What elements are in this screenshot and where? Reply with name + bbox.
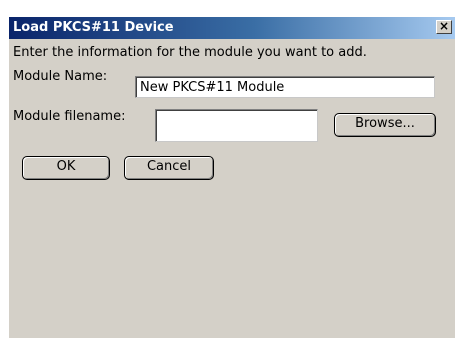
instruction-text: Enter the information for the module you…: [13, 45, 367, 60]
dialog-title: Load PKCS#11 Device: [13, 20, 174, 35]
close-button[interactable]: ×: [436, 20, 452, 34]
title-bar: Load PKCS#11 Device ×: [9, 17, 455, 39]
cancel-button[interactable]: Cancel: [124, 156, 214, 180]
ok-button[interactable]: OK: [22, 156, 110, 180]
load-pkcs11-device-dialog: Load PKCS#11 Device × Enter the informat…: [8, 16, 455, 338]
browse-button[interactable]: Browse...: [334, 113, 436, 137]
module-name-input[interactable]: [135, 76, 435, 98]
module-name-label: Module Name:: [13, 69, 108, 84]
module-filename-label: Module filename:: [13, 109, 126, 124]
close-icon: ×: [438, 19, 450, 33]
module-filename-input[interactable]: [155, 109, 318, 142]
